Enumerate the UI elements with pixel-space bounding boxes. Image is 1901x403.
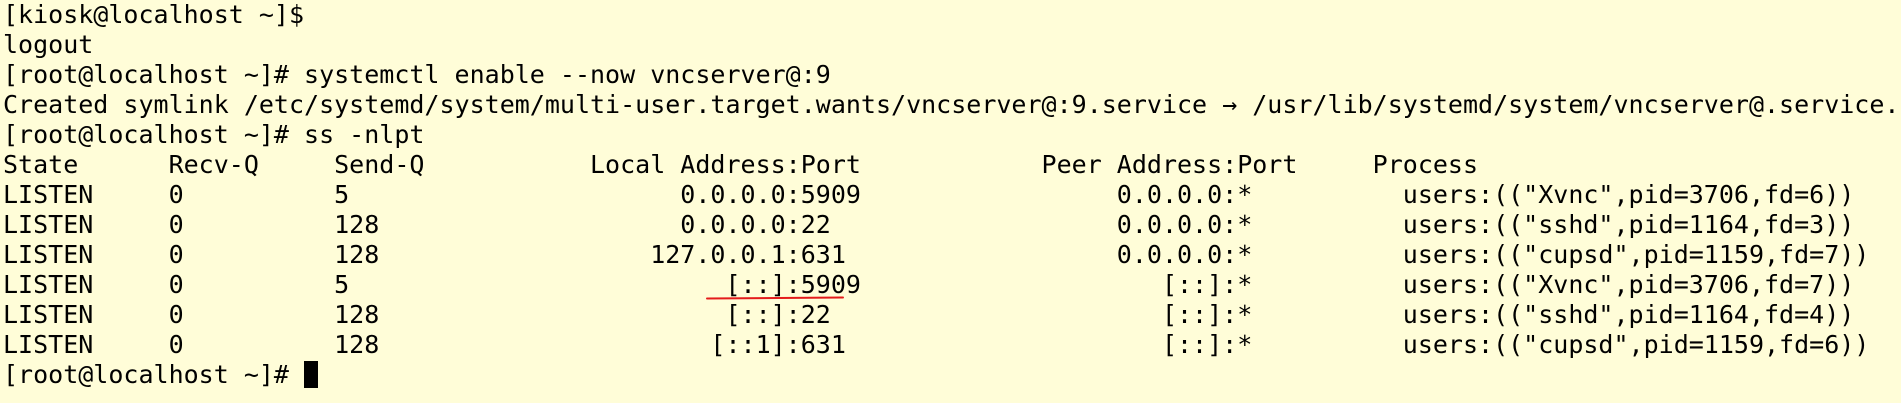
terminal-line: Created symlink /etc/systemd/system/mult… — [3, 90, 1900, 119]
prompt-text: [root@localhost ~]# — [3, 360, 305, 389]
terminal-line: logout — [3, 30, 94, 59]
table-row: LISTEN 0 5 [::]:5909 [::]:* users:(("Xvn… — [3, 270, 1855, 299]
table-row: LISTEN 0 128 127.0.0.1:631 0.0.0.0:* use… — [3, 240, 1870, 269]
table-row: LISTEN 0 128 [::]:22 [::]:* users:(("ssh… — [3, 300, 1855, 329]
terminal-line: [root@localhost ~]# ss -nlpt — [3, 120, 425, 149]
table-row: LISTEN 0 128 0.0.0.0:22 0.0.0.0:* users:… — [3, 210, 1855, 239]
table-row: LISTEN 0 128 [::1]:631 [::]:* users:(("c… — [3, 330, 1870, 359]
terminal-line: [root@localhost ~]# systemctl enable --n… — [3, 60, 831, 89]
text-cursor — [304, 361, 319, 388]
terminal-line: [kiosk@localhost ~]$ — [3, 0, 305, 29]
prompt-line[interactable]: [root@localhost ~]# — [3, 360, 1901, 390]
terminal-window[interactable]: [kiosk@localhost ~]$ logout [root@localh… — [0, 0, 1901, 403]
table-header: State Recv-Q Send-Q Local Address:Port P… — [3, 150, 1479, 179]
table-row: LISTEN 0 5 0.0.0.0:5909 0.0.0.0:* users:… — [3, 180, 1855, 209]
